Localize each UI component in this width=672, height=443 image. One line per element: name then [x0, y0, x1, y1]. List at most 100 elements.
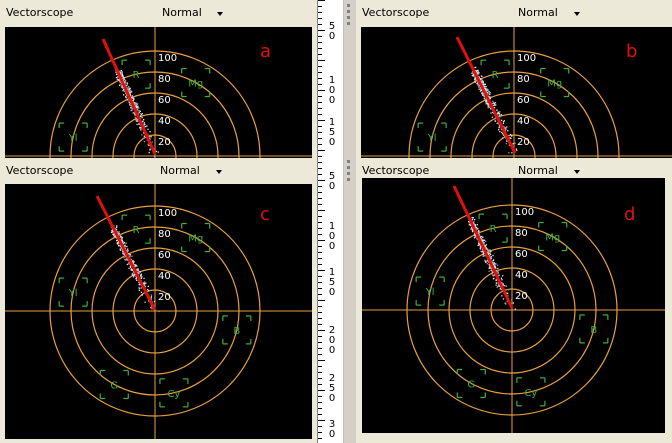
ruler-tick — [318, 420, 325, 421]
ruler-tick — [318, 408, 322, 409]
ruler-tick — [318, 282, 322, 283]
ruler-tick — [318, 312, 322, 313]
panel-header: Vectorscope Normal — [0, 0, 317, 22]
panel-letter: c — [260, 204, 270, 225]
ruler-tick — [318, 306, 322, 307]
ruler-tick — [318, 246, 322, 247]
ruler-label: 50 — [328, 171, 336, 192]
ring-label: 80 — [158, 229, 171, 240]
ruler-tick — [318, 432, 322, 433]
ruler-tick — [318, 336, 322, 337]
ring-label: 60 — [158, 95, 171, 106]
ruler-tick — [318, 342, 322, 343]
ring-label: 60 — [517, 95, 530, 106]
vectorscope-panel-c: Vectorscope Normal 20 40 60 80 100 R Mg Yl B G Cy c — [0, 158, 317, 443]
ruler-tick — [318, 138, 322, 139]
ring-label: 100 — [515, 207, 534, 218]
chevron-down-icon[interactable] — [574, 12, 580, 16]
panel-letter: a — [260, 41, 271, 62]
svg-text:Mg: Mg — [545, 233, 560, 244]
svg-text:Cy: Cy — [167, 389, 180, 400]
ring-label: 20 — [515, 291, 528, 302]
ruler-tick — [318, 402, 322, 403]
ruler-label: 150 — [328, 117, 336, 148]
ring-label: 100 — [158, 208, 177, 219]
ruler-tick — [318, 324, 322, 325]
panel-title: Vectorscope — [6, 6, 74, 19]
ruler-tick — [318, 54, 322, 55]
ruler-tick — [318, 234, 322, 235]
color-target-mg: Mg — [181, 67, 211, 98]
ruler-tick — [318, 240, 325, 241]
ruler-tick — [318, 354, 322, 355]
skin-tone-line — [95, 195, 157, 311]
color-target-yl: Yl — [417, 122, 447, 152]
ruler-tick — [318, 144, 322, 145]
vectorscope-panel-d: Vectorscope Normal 20 40 60 80 100 R Mg Yl B G Cy d — [356, 158, 672, 443]
ruler-tick — [318, 396, 322, 397]
ruler-tick — [318, 132, 322, 133]
chevron-down-icon[interactable] — [217, 12, 223, 16]
ruler-tick — [318, 0, 325, 1]
color-target-yl: Yl — [58, 277, 88, 307]
svg-text:Mg: Mg — [547, 79, 562, 90]
ruler-tick — [318, 360, 325, 361]
chevron-down-icon[interactable] — [574, 170, 580, 174]
mode-dropdown[interactable]: Normal — [518, 164, 558, 177]
svg-text:Yl: Yl — [68, 133, 78, 144]
svg-text:G: G — [467, 379, 475, 390]
ruler-label: 200 — [328, 325, 336, 356]
color-target-g: G — [456, 368, 486, 399]
svg-text:R: R — [133, 225, 140, 236]
color-target-mg: Mg — [538, 221, 568, 252]
ruler-tick — [318, 198, 322, 199]
ring-label: 60 — [158, 250, 171, 261]
svg-text:Mg: Mg — [188, 79, 203, 90]
ruler-tick — [318, 330, 325, 331]
ruler-tick — [318, 6, 322, 7]
ruler-tick — [318, 162, 322, 163]
svg-text:Yl: Yl — [68, 288, 78, 299]
svg-text:B: B — [590, 325, 597, 336]
color-target-yl: Yl — [415, 276, 445, 306]
ruler-tick — [318, 90, 325, 91]
ruler-tick — [318, 102, 322, 103]
mode-dropdown[interactable]: Normal — [160, 164, 200, 177]
ruler-tick — [318, 300, 325, 301]
ring-label: 60 — [515, 249, 528, 260]
svg-text:R: R — [490, 224, 497, 235]
panel-title: Vectorscope — [362, 164, 430, 177]
ruler-tick — [318, 96, 322, 97]
ruler-tick — [318, 204, 322, 205]
color-target-g: G — [99, 369, 129, 400]
mode-dropdown[interactable]: Normal — [518, 6, 558, 19]
ring-label: 80 — [158, 74, 171, 85]
ruler-tick — [318, 318, 322, 319]
vectorscope-display: 20 40 60 80 100 R Mg Yl B G Cy d — [362, 178, 665, 433]
mode-dropdown[interactable]: Normal — [162, 6, 202, 19]
ruler-label: 150 — [328, 267, 336, 298]
ruler-tick — [318, 276, 322, 277]
chevron-down-icon[interactable] — [216, 170, 222, 174]
color-target-b: B — [579, 314, 609, 344]
ring-label: 80 — [517, 74, 530, 85]
vertical-ruler[interactable]: 50 100 150 50 100 150 200 250 30 — [317, 0, 344, 443]
ruler-tick — [318, 372, 322, 373]
color-target-cy: Cy — [159, 378, 189, 408]
ruler-label: 30 — [328, 419, 336, 440]
ruler-tick — [318, 36, 322, 37]
ruler-tick — [318, 228, 322, 229]
ruler-label: 250 — [328, 373, 336, 404]
ruler-tick — [318, 252, 322, 253]
splitter-grip-bottom[interactable] — [345, 160, 353, 184]
svg-text:R: R — [133, 70, 140, 81]
ruler-tick — [318, 108, 322, 109]
ring-label: 40 — [517, 116, 530, 127]
ruler-tick — [318, 168, 322, 169]
svg-text:Cy: Cy — [524, 388, 537, 399]
ruler-tick — [318, 222, 322, 223]
splitter-grip-top[interactable] — [345, 4, 353, 28]
ruler-tick — [318, 180, 325, 181]
skin-tone-line — [101, 38, 157, 155]
vectorscope-panel-a: Vectorscope Normal 20 40 60 80 100 R Mg Yl a — [0, 0, 317, 158]
